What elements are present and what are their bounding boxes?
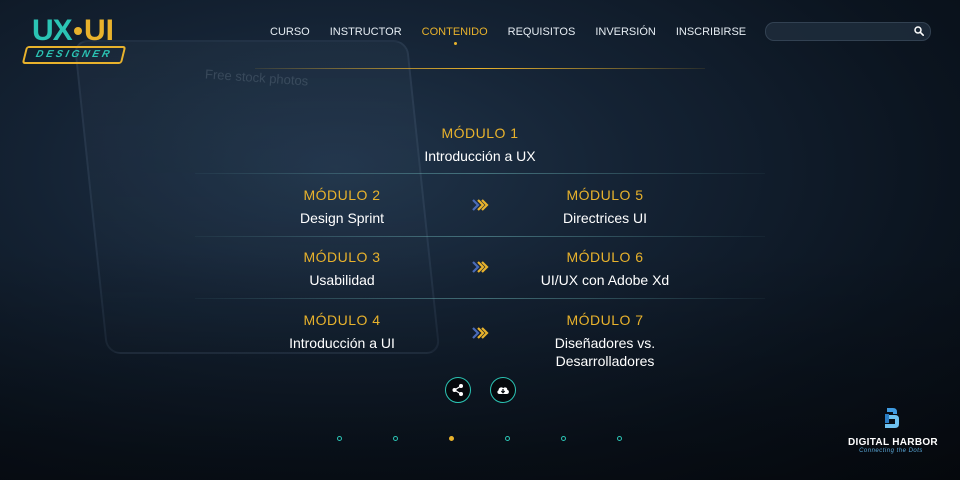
module-1[interactable]: MÓDULO 1 Introducción a UX (380, 125, 580, 165)
module-title: MÓDULO 3 (303, 249, 381, 265)
module-name: Usabilidad (309, 272, 375, 288)
row-divider (195, 173, 765, 174)
module-name-line-2: Desarrolladores (555, 353, 655, 369)
nav-divider (255, 68, 705, 69)
pagination-dot-5[interactable] (561, 436, 566, 441)
logo-dot (74, 27, 82, 35)
module-4[interactable]: MÓDULO 4 Introducción a UI (242, 312, 442, 352)
main-nav: CURSO INSTRUCTOR CONTENIDO REQUISITOS IN… (260, 26, 756, 45)
double-chevron-right-icon (472, 261, 489, 273)
pagination-dot-1[interactable] (337, 436, 342, 441)
module-name: Introducción a UI (289, 335, 395, 351)
module-title: MÓDULO 4 (303, 312, 381, 328)
logo-ui-text: UI (84, 14, 114, 47)
digital-harbor-logo[interactable]: DIGITAL HARBOR Connecting the Dots (848, 406, 938, 454)
search-box[interactable] (765, 22, 931, 41)
digital-harbor-name: DIGITAL HARBOR (848, 437, 938, 448)
module-title: MÓDULO 6 (566, 249, 644, 265)
background-shade (0, 250, 960, 480)
module-title: MÓDULO 1 (441, 125, 519, 141)
double-chevron-right-icon (472, 327, 489, 339)
module-7[interactable]: MÓDULO 7 Diseñadores vs. Desarrolladores (505, 312, 705, 370)
nav-item-inversion[interactable]: INVERSIÓN (585, 26, 666, 38)
row-divider (195, 236, 765, 237)
module-3[interactable]: MÓDULO 3 Usabilidad (242, 249, 442, 289)
nav-item-instructor[interactable]: INSTRUCTOR (320, 26, 412, 38)
logo-ux-text: UX (32, 14, 73, 47)
module-name: UI/UX con Adobe Xd (540, 272, 670, 288)
pagination-dot-2[interactable] (393, 436, 398, 441)
download-button[interactable] (490, 377, 516, 403)
module-2[interactable]: MÓDULO 2 Design Sprint (242, 187, 442, 227)
pagination-dot-4[interactable] (505, 436, 510, 441)
row-divider (195, 298, 765, 299)
module-title: MÓDULO 2 (303, 187, 381, 203)
cloud-download-icon (497, 387, 509, 394)
module-name-line-1: Diseñadores vs. (554, 335, 656, 351)
double-chevron-right-icon (472, 199, 489, 211)
logo-designer-text: DESIGNER (21, 46, 127, 64)
pagination-dot-3-active[interactable] (449, 436, 454, 441)
share-icon (452, 384, 463, 396)
module-name: Introducción a UX (424, 148, 536, 164)
digital-harbor-tagline: Connecting the Dots (859, 448, 923, 454)
module-title: MÓDULO 5 (566, 187, 644, 203)
module-5[interactable]: MÓDULO 5 Directrices UI (505, 187, 705, 227)
pagination-dot-6[interactable] (617, 436, 622, 441)
nav-item-requisitos[interactable]: REQUISITOS (498, 26, 586, 38)
module-6[interactable]: MÓDULO 6 UI/UX con Adobe Xd (505, 249, 705, 289)
module-name: Directrices UI (562, 210, 647, 226)
digital-harbor-icon (885, 408, 899, 428)
nav-item-inscribirse[interactable]: INSCRIBIRSE (666, 26, 756, 38)
ux-ui-designer-logo[interactable]: UX UI DESIGNER (21, 14, 127, 64)
nav-item-curso[interactable]: CURSO (260, 26, 320, 38)
search-icon[interactable] (914, 26, 924, 36)
search-input[interactable] (774, 24, 908, 40)
module-name: Design Sprint (299, 210, 385, 226)
module-name: Diseñadores vs. Desarrolladores (505, 334, 705, 370)
nav-item-contenido[interactable]: CONTENIDO (412, 26, 498, 45)
share-button[interactable] (445, 377, 471, 403)
module-title: MÓDULO 7 (566, 312, 644, 328)
